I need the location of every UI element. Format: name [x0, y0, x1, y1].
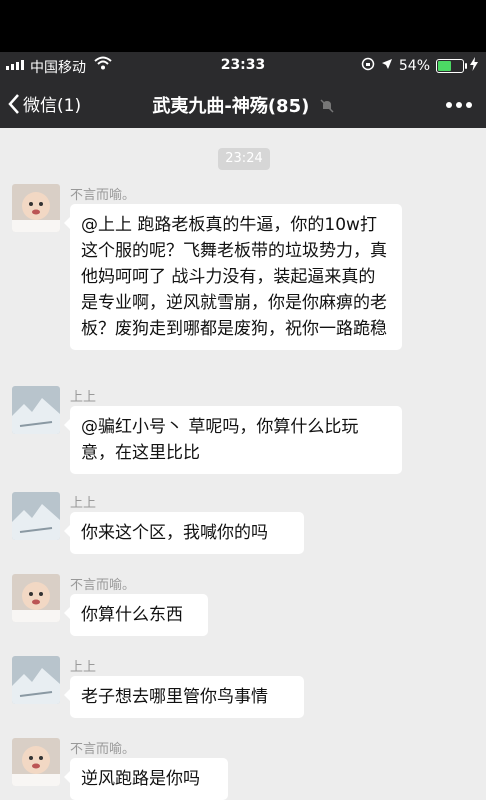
- location-icon: [381, 58, 393, 74]
- ice-avatar[interactable]: [12, 656, 60, 704]
- ice-avatar[interactable]: [12, 386, 60, 434]
- message-timestamp: 23:24: [218, 148, 270, 170]
- charging-icon: [470, 57, 478, 75]
- sender-name: 不言而喻。: [70, 578, 136, 593]
- message-bubble[interactable]: @骗红小号丶 草呢吗，你算什么比玩意，在这里比比: [64, 406, 402, 474]
- message-bubble[interactable]: @上上 跑路老板真的牛逼，你的10w打这个服的呢？飞舞老板带的垃圾势力，真他妈呵…: [64, 204, 402, 350]
- message-bubble[interactable]: 逆风跑路是你吗: [64, 758, 228, 800]
- sender-name: 上上: [70, 496, 97, 511]
- chat-title: 武夷九曲-神殇(85): [0, 92, 486, 118]
- message-bubble[interactable]: 你来这个区，我喊你的吗: [64, 512, 304, 554]
- battery-percent: 54%: [398, 58, 430, 74]
- lock-rotation-icon: [361, 57, 375, 75]
- status-bar: 中国移动 23:33 54%: [0, 52, 486, 80]
- baby-avatar[interactable]: [12, 184, 60, 232]
- chat-title-text: 武夷九曲-神殇(85): [152, 96, 310, 117]
- more-options-button[interactable]: [446, 102, 472, 108]
- baby-avatar[interactable]: [12, 574, 60, 622]
- baby-avatar[interactable]: [12, 738, 60, 786]
- mute-bell-icon: [320, 97, 334, 118]
- message-bubble[interactable]: 你算什么东西: [64, 594, 208, 636]
- battery-icon: [436, 59, 467, 73]
- sender-name: 上上: [70, 660, 97, 675]
- sender-name: 上上: [70, 390, 97, 405]
- message-bubble[interactable]: 老子想去哪里管你鸟事情: [64, 676, 304, 718]
- top-black-band: [0, 0, 486, 52]
- ice-avatar[interactable]: [12, 492, 60, 540]
- navigation-bar: 微信(1) 武夷九曲-神殇(85): [0, 80, 486, 128]
- sender-name: 不言而喻。: [70, 742, 136, 757]
- chat-area[interactable]: 23:24 不言而喻。 @上上 跑路老板真的牛逼，你的10w打这个服的呢？飞舞老…: [0, 128, 486, 800]
- sender-name: 不言而喻。: [70, 188, 136, 203]
